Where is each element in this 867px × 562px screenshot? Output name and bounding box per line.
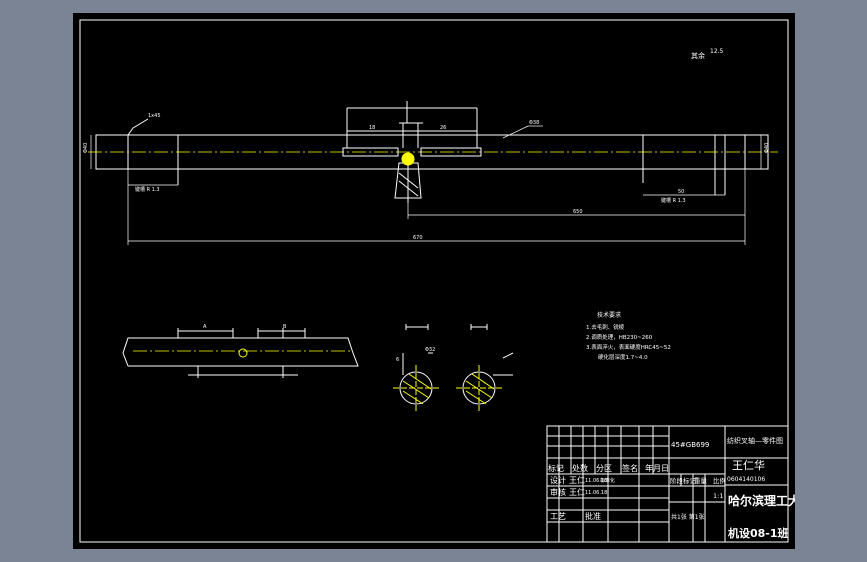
- university: 哈尔滨理工大学: [728, 493, 795, 508]
- key-right-label: 键槽 R 1.3: [661, 197, 686, 204]
- design-person: 王仁: [569, 475, 585, 485]
- label-b: B: [283, 324, 287, 330]
- scale-value: 1:1: [713, 492, 723, 500]
- tech-line: 2.调质处理，HB230~260: [586, 333, 653, 341]
- section-b: [456, 324, 514, 411]
- roughness-note: 其余: [691, 51, 705, 60]
- cad-drawing[interactable]: 其余 12.5 1x45 Φ40 Φ40 键槽 R 1.3 键槽 R 1.3 5…: [73, 13, 795, 549]
- roughness-value: 12.5: [710, 48, 724, 55]
- design-label: 设计: [550, 475, 566, 485]
- dim-key2: 26: [440, 125, 446, 131]
- drawing-no: 0604140106: [727, 476, 765, 483]
- dia-left-label: Φ40: [83, 143, 89, 153]
- row-label: 标记: [548, 463, 564, 473]
- std-label: 标准化: [600, 477, 615, 484]
- check-person: 王仁: [569, 487, 585, 497]
- dia-right-label: Φ40: [764, 143, 770, 153]
- sheet-label: 共1张 第1张: [671, 513, 705, 521]
- section-a: [393, 324, 439, 411]
- drawing-border: [79, 19, 789, 543]
- designer-name: 王仁华: [732, 458, 765, 472]
- dimension-lines: [90, 125, 763, 245]
- section-c-dim: Φ32: [425, 347, 435, 353]
- chamfer-label: 1x45: [148, 113, 161, 119]
- row-label: 分区: [596, 464, 612, 473]
- date-check: 11.06.18: [585, 490, 607, 496]
- row-label: 年月日: [645, 463, 669, 473]
- check-label: 审核: [550, 487, 566, 497]
- craft-label: 工艺: [550, 512, 566, 521]
- dim-seg-right: 50: [678, 189, 684, 195]
- middle-collar: [342, 101, 482, 157]
- drawing-viewport[interactable]: 其余 12.5 1x45 Φ40 Φ40 键槽 R 1.3 键槽 R 1.3 5…: [73, 13, 795, 549]
- tech-requirements: 技术要求 1.去毛刺、锐棱 2.调质处理，HB230~260 3.表面淬火，表面…: [586, 311, 671, 361]
- weight-label: 重量: [694, 477, 708, 485]
- class-label: 机设08-1班: [728, 526, 789, 540]
- approve-label: 批准: [585, 511, 601, 521]
- key-left-label: 键槽 R 1.3: [135, 186, 160, 193]
- row-label: 处数: [572, 463, 588, 473]
- scale-label: 比例: [713, 476, 726, 485]
- main-shaft: [95, 118, 769, 195]
- stage-label: 阶段标记: [670, 476, 697, 485]
- tech-line: 硬化层深度1.7~4.0: [598, 353, 648, 361]
- material-label: 45#GB699: [671, 441, 709, 449]
- tech-line: 1.去毛刺、锐棱: [586, 323, 625, 331]
- fork-detail: [394, 152, 422, 203]
- part-name: 纺织叉轴—零件图: [727, 436, 783, 445]
- label-a: A: [203, 324, 207, 330]
- fit-label: Φ38: [529, 120, 539, 126]
- section-c-label: 6: [396, 357, 399, 363]
- tech-heading: 技术要求: [597, 311, 621, 319]
- tech-line: 3.表面淬火，表面硬度HRC45~52: [586, 343, 671, 351]
- partial-view: [122, 328, 359, 378]
- dim-key1: 18: [369, 125, 375, 131]
- dim-overall: 670: [413, 235, 423, 241]
- dim-total: 650: [573, 209, 583, 215]
- row-label: 签名: [622, 463, 638, 473]
